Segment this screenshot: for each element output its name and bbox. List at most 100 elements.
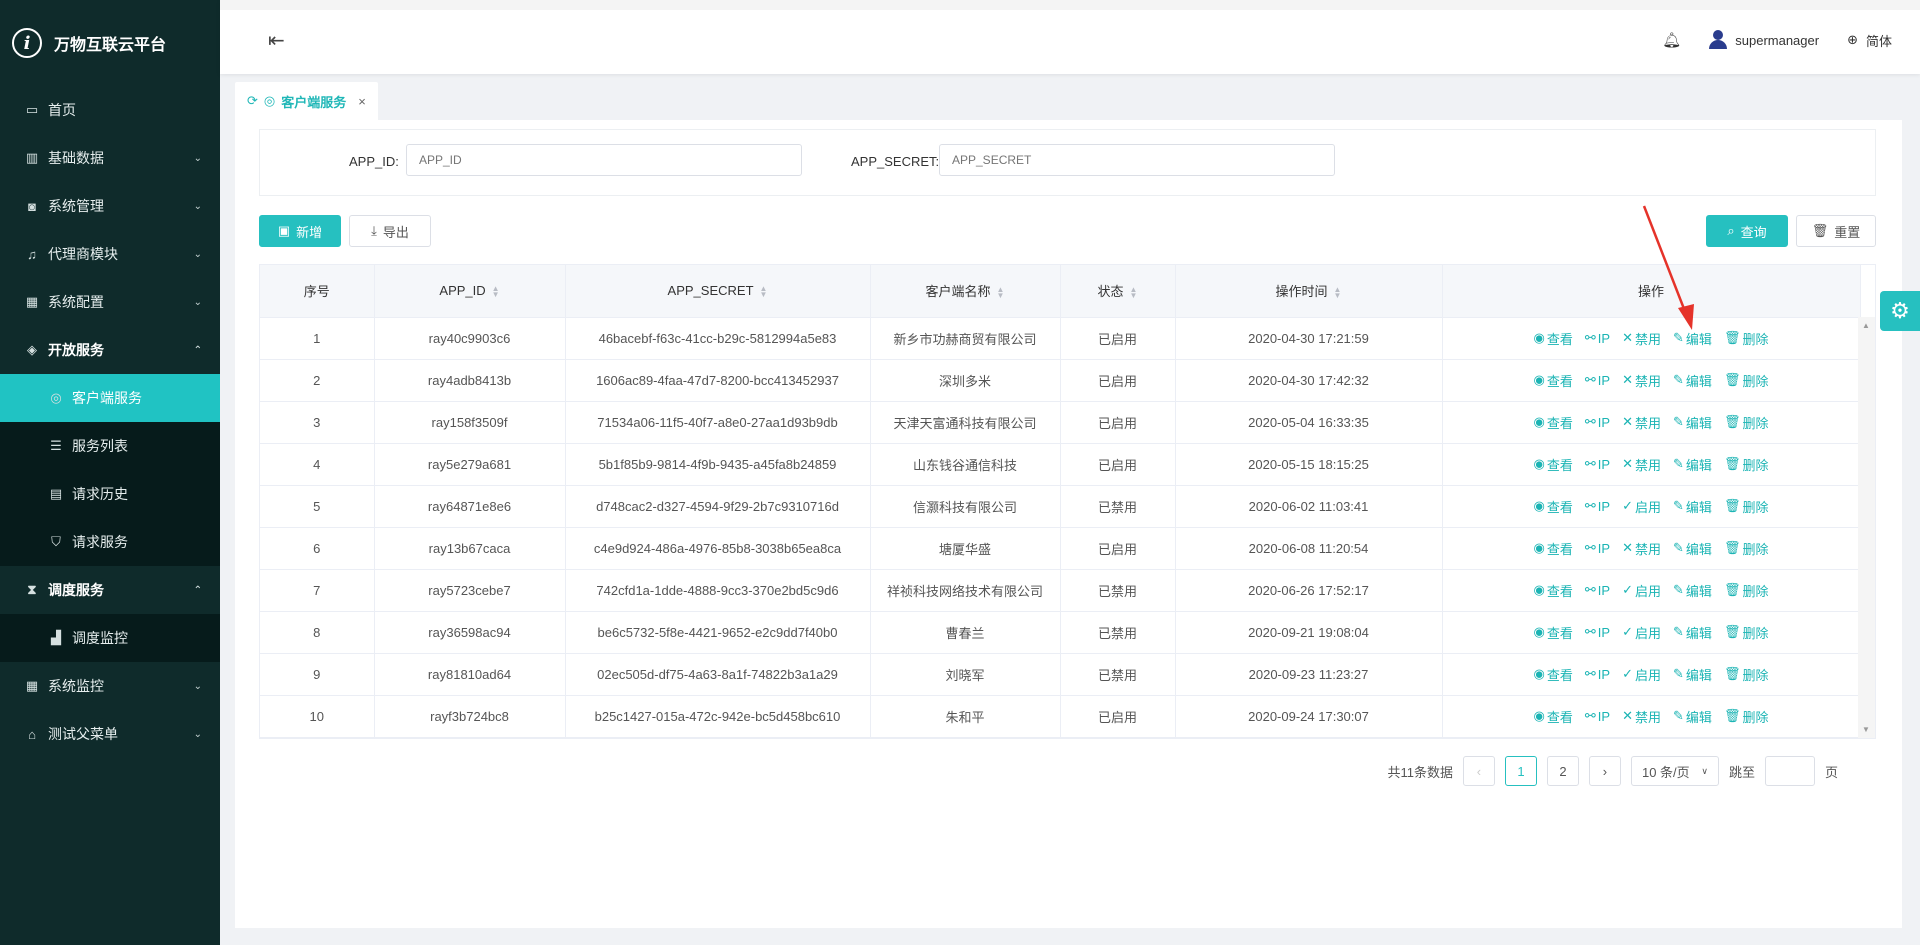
export-button[interactable]: ⤓ 导出 [349,215,431,247]
delete-button[interactable]: 🗑︎ 删除 [1724,581,1769,600]
page-2-button[interactable]: 2 [1546,756,1579,786]
sidebar-item-8[interactable]: ⌂ 测试父菜单 ⌄ [0,710,220,758]
delete-button[interactable]: 🗑︎ 删除 [1724,413,1769,432]
enable-button[interactable]: ✓ 启用 [1622,581,1661,600]
edit-button[interactable]: ✎ 编辑 [1673,497,1712,516]
edit-button[interactable]: ✎ 编辑 [1673,455,1712,474]
sort-icon[interactable]: ▲ ▼ [997,285,1005,299]
delete-button[interactable]: 🗑︎ 删除 [1724,455,1769,474]
edit-button[interactable]: ✎ 编辑 [1673,665,1712,684]
app-secret-input[interactable] [939,144,1335,176]
edit-button[interactable]: ✎ 编辑 [1673,413,1712,432]
menu-fold-icon[interactable]: ⇤ [268,28,285,53]
scroll-down-icon[interactable]: ▼ [1862,725,1870,734]
add-button[interactable]: ▣ 新增 [259,215,341,247]
sidebar-item-4[interactable]: ▦ 系统配置 ⌄ [0,278,220,326]
disable-button[interactable]: ✕ 禁用 [1622,707,1661,726]
edit-button[interactable]: ✎ 编辑 [1673,707,1712,726]
sidebar-subitem-5-0[interactable]: ◎ 客户端服务 [0,374,220,422]
delete-button[interactable]: 🗑︎ 删除 [1724,623,1769,642]
close-icon[interactable]: × [358,94,366,109]
edit-button[interactable]: ✎ 编辑 [1673,623,1712,642]
table-scrollbar[interactable]: ▲ ▼ [1858,317,1875,738]
view-button[interactable]: ◉ 查看 [1534,665,1573,684]
ip-button[interactable]: ⚯ IP [1585,329,1610,348]
col-app-secret[interactable]: APP_SECRET ▲ ▼ [565,265,871,318]
ip-button[interactable]: ⚯ IP [1585,707,1610,726]
page-size-select[interactable]: 10 条/页 ∨ [1630,756,1719,786]
sidebar-subitem-5-1[interactable]: ☰ 服务列表 [0,422,220,470]
delete-button[interactable]: 🗑︎ 删除 [1724,497,1769,516]
delete-button[interactable]: 🗑︎ 删除 [1724,371,1769,390]
col-client-name[interactable]: 客户端名称 ▲ ▼ [870,265,1061,318]
edit-button[interactable]: ✎ 编辑 [1673,371,1712,390]
sidebar-item-5[interactable]: ◈ 开放服务 ⌃ [0,326,220,374]
prev-page-button[interactable]: ‹ [1462,756,1495,786]
ip-button[interactable]: ⚯ IP [1585,623,1610,642]
sidebar-item-6[interactable]: ⧗ 调度服务 ⌃ [0,566,220,614]
delete-button[interactable]: 🗑︎ 删除 [1724,539,1769,558]
delete-button[interactable]: 🗑︎ 删除 [1724,329,1769,348]
reset-button[interactable]: 🗑︎ 重置 [1796,215,1876,247]
ip-button[interactable]: ⚯ IP [1585,371,1610,390]
jump-page-input[interactable] [1764,756,1815,786]
scroll-up-icon[interactable]: ▲ [1862,321,1870,330]
settings-gear-icon[interactable]: ⚙︎ [1880,291,1920,331]
sidebar-item-7[interactable]: ▦ 系统监控 ⌄ [0,662,220,710]
query-button[interactable]: ⌕ 查询 [1706,215,1788,247]
view-button[interactable]: ◉ 查看 [1534,581,1573,600]
ip-button[interactable]: ⚯ IP [1585,539,1610,558]
sidebar-item-1[interactable]: ▥ 基础数据 ⌄ [0,134,220,182]
ip-button[interactable]: ⚯ IP [1585,665,1610,684]
view-button[interactable]: ◉ 查看 [1534,539,1573,558]
disable-button[interactable]: ✕ 禁用 [1622,413,1661,432]
view-button[interactable]: ◉ 查看 [1534,455,1573,474]
bell-icon[interactable]: 🔔︎ [1662,31,1681,49]
enable-button[interactable]: ✓ 启用 [1622,665,1661,684]
sort-icon[interactable]: ▲ ▼ [1334,285,1342,299]
col-status[interactable]: 状态 ▲ ▼ [1060,265,1176,318]
tab-client-service[interactable]: ⟳ ◎ 客户端服务 × [235,82,378,120]
sort-icon[interactable]: ▲ ▼ [492,284,500,298]
cell-actions: ◉ 查看 ⚯ IP ✓ 启用 ✎ 编辑 🗑︎ 删除 [1442,485,1861,528]
ip-button[interactable]: ⚯ IP [1585,497,1610,516]
delete-button[interactable]: 🗑︎ 删除 [1724,665,1769,684]
sidebar-subitem-5-3[interactable]: ⛉ 请求服务 [0,518,220,566]
next-page-button[interactable]: › [1588,756,1621,786]
view-button[interactable]: ◉ 查看 [1534,497,1573,516]
edit-button[interactable]: ✎ 编辑 [1673,539,1712,558]
disable-button[interactable]: ✕ 禁用 [1622,539,1661,558]
app-title: 万物互联云平台 [54,37,167,54]
refresh-icon[interactable]: ⟳ [247,93,258,109]
delete-button[interactable]: 🗑︎ 删除 [1724,707,1769,726]
enable-button[interactable]: ✓ 启用 [1622,623,1661,642]
view-button[interactable]: ◉ 查看 [1534,371,1573,390]
edit-button[interactable]: ✎ 编辑 [1673,581,1712,600]
brand[interactable]: i 万物互联云平台 [0,0,220,86]
enable-button[interactable]: ✓ 启用 [1622,497,1661,516]
page-1-button[interactable]: 1 [1504,756,1537,786]
sidebar-item-3[interactable]: ♫ 代理商模块 ⌄ [0,230,220,278]
view-button[interactable]: ◉ 查看 [1534,413,1573,432]
ip-button[interactable]: ⚯ IP [1585,581,1610,600]
cell-status: 已启用 [1060,695,1176,738]
col-op-time[interactable]: 操作时间 ▲ ▼ [1175,265,1443,318]
cell-client-name: 塘厦华盛 [870,527,1061,570]
ip-button[interactable]: ⚯ IP [1585,413,1610,432]
user-menu[interactable]: supermanager [1709,30,1819,50]
sort-icon[interactable]: ▲ ▼ [1130,285,1138,299]
sidebar-item-2[interactable]: ◙ 系统管理 ⌄ [0,182,220,230]
ip-button[interactable]: ⚯ IP [1585,455,1610,474]
view-button[interactable]: ◉ 查看 [1534,329,1573,348]
view-button[interactable]: ◉ 查看 [1534,623,1573,642]
language-switch[interactable]: ⊕ 简体 [1847,31,1892,50]
disable-button[interactable]: ✕ 禁用 [1622,455,1661,474]
sidebar-item-0[interactable]: ▭ 首页 [0,86,220,134]
sidebar-subitem-6-0[interactable]: ▟ 调度监控 [0,614,220,662]
sidebar-subitem-5-2[interactable]: ▤ 请求历史 [0,470,220,518]
app-id-input[interactable] [406,144,802,176]
col-app-id[interactable]: APP_ID ▲ ▼ [374,265,566,318]
disable-button[interactable]: ✕ 禁用 [1622,371,1661,390]
view-button[interactable]: ◉ 查看 [1534,707,1573,726]
sort-icon[interactable]: ▲ ▼ [760,284,768,298]
